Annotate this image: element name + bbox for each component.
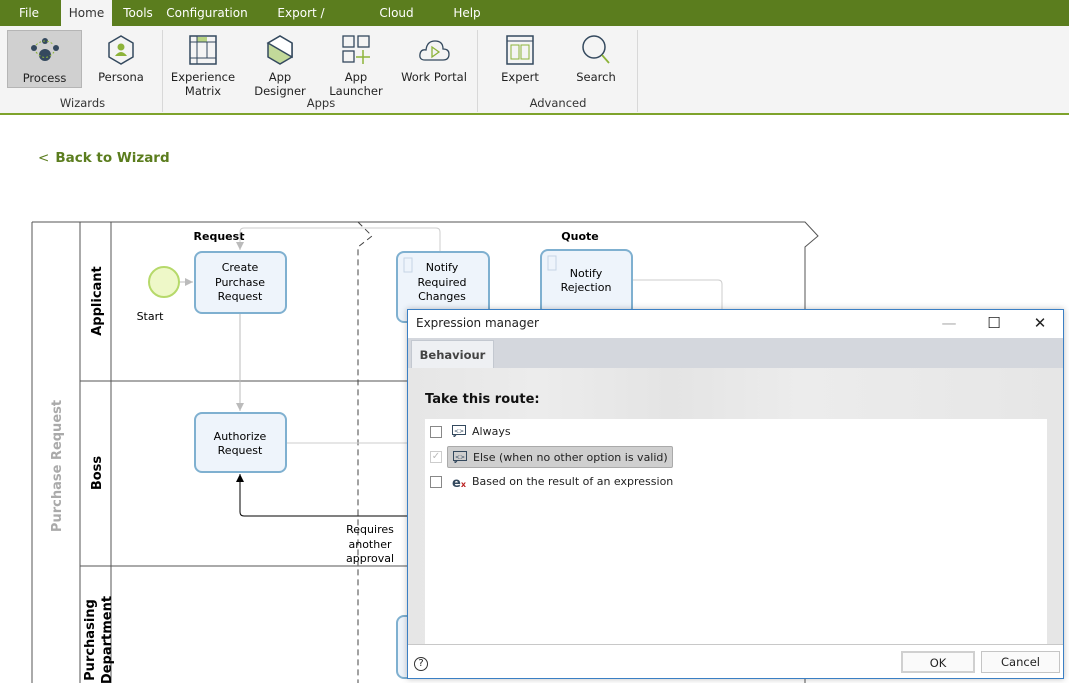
task-line: Purchase: [215, 276, 265, 289]
task-line: Request: [218, 444, 263, 457]
task-create-purchase-request[interactable]: Create Purchase Request: [194, 251, 287, 314]
ok-button[interactable]: OK: [901, 651, 975, 673]
phase-request: Request: [194, 230, 245, 243]
option-else[interactable]: ✓ <> Else (when no other option is valid): [425, 446, 825, 468]
expression-manager-dialog: Expression manager — ☐ ✕ Behaviour Take …: [407, 309, 1064, 679]
lane-applicant[interactable]: Applicant: [90, 266, 105, 336]
task-line: Create: [222, 261, 259, 274]
task-line: Notify: [426, 261, 459, 274]
task-notify-rejection[interactable]: Notify Rejection: [540, 249, 633, 316]
cancel-button[interactable]: Cancel: [981, 651, 1060, 673]
task-authorize-request[interactable]: Authorize Request: [194, 412, 287, 473]
option-label: Always: [472, 425, 511, 438]
dialog-title: Expression manager: [416, 316, 539, 330]
flow-label-line: Requires: [346, 523, 394, 536]
start-label: Start: [137, 310, 165, 323]
flow-label-line: approval: [346, 552, 394, 565]
task-line: Authorize: [214, 430, 267, 443]
tab-strip: Behaviour: [408, 338, 1063, 368]
dialog-content: Take this route: <> Always ✓ <> Else (when…: [408, 368, 1063, 644]
task-line: Request: [218, 290, 263, 303]
expression-icon: <>: [452, 425, 466, 437]
dialog-footer: ? OK Cancel: [408, 644, 1063, 678]
maximize-icon[interactable]: ☐: [979, 312, 1009, 334]
always-checkbox[interactable]: [430, 426, 442, 438]
lane-purchasing[interactable]: Purchasing: [83, 599, 98, 681]
option-always[interactable]: <> Always: [425, 421, 825, 443]
close-icon[interactable]: ✕: [1025, 312, 1055, 334]
option-label: Else (when no other option is valid): [473, 451, 668, 464]
option-label: Based on the result of an expression: [472, 475, 674, 488]
flow-label-requires-another-approval: Requires another approval: [346, 523, 394, 565]
svg-text:<>: <>: [455, 454, 465, 461]
option-expression[interactable]: ex Based on the result of an expression: [425, 471, 825, 493]
route-options-list: <> Always ✓ <> Else (when no other option …: [425, 419, 1047, 644]
task-line: Notify: [570, 267, 603, 280]
expression-icon: <>: [453, 451, 467, 463]
start-event[interactable]: [148, 266, 180, 298]
else-checkbox[interactable]: ✓: [430, 451, 442, 463]
pool-label: Purchase Request: [50, 400, 65, 532]
phase-quote: Quote: [561, 230, 598, 243]
lane-department: Department: [100, 596, 115, 683]
svg-text:<>: <>: [454, 428, 464, 435]
flow-label-line: another: [348, 538, 391, 551]
task-line: Rejection: [561, 281, 612, 294]
expression-checkbox[interactable]: [430, 476, 442, 488]
expression-ex-icon: ex: [452, 476, 466, 491]
tab-behaviour[interactable]: Behaviour: [411, 340, 494, 368]
task-line: Changes: [418, 290, 466, 303]
lane-boss[interactable]: Boss: [90, 456, 105, 491]
route-heading: Take this route:: [425, 392, 540, 407]
help-icon[interactable]: ?: [414, 657, 428, 671]
minimize-icon[interactable]: —: [934, 312, 964, 334]
task-line: Required: [418, 276, 467, 289]
phase-divider: [357, 221, 373, 683]
